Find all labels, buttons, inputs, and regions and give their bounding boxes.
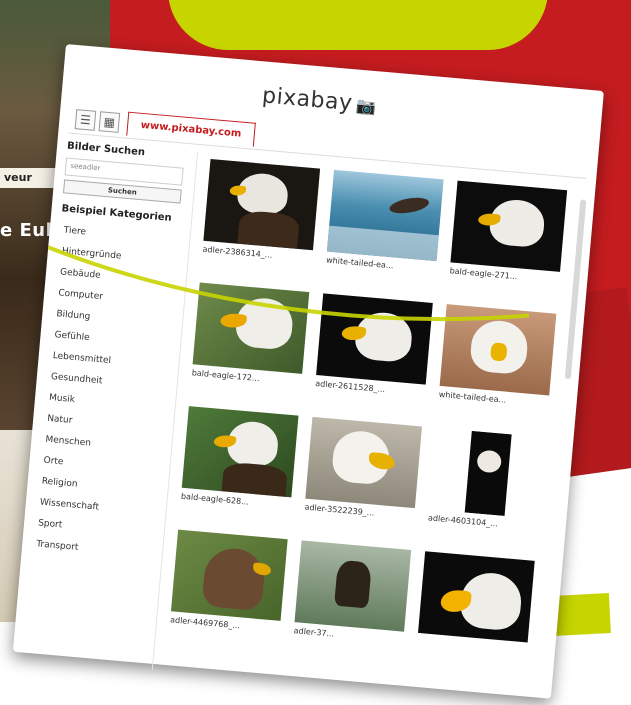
background-lime-banner (168, 0, 548, 50)
eagle-photo (170, 529, 288, 621)
image-thumbnail[interactable]: bald-eagle-628... (179, 406, 299, 525)
image-thumbnail[interactable]: bald-eagle-271... (448, 180, 568, 300)
camera-icon: 📷 (355, 95, 378, 117)
eagle-photo (428, 427, 546, 519)
category-list: Tiere Hintergründe Gebäude Computer Bild… (31, 220, 190, 566)
eagle-photo (294, 540, 412, 632)
eagle-photo (192, 282, 310, 374)
background-overlay-title: e Eul (0, 220, 53, 241)
image-thumbnail[interactable]: white-tailed-ea... (324, 169, 444, 289)
image-thumbnail[interactable]: adler-4603104_... (426, 427, 546, 547)
eagle-photo (316, 293, 433, 385)
eagle-photo (439, 304, 557, 396)
image-thumbnail[interactable]: white-tailed-ea... (437, 304, 557, 423)
pixabay-window: pixabay 📷 ☰ ▦ www.pixabay.com Bilder Such… (12, 44, 604, 699)
eagle-photo (305, 416, 423, 509)
url-tab[interactable]: www.pixabay.com (126, 111, 256, 147)
eagle-photo (418, 551, 535, 643)
eagle-photo (203, 159, 321, 251)
eagle-photo (326, 169, 444, 262)
image-thumbnail[interactable] (416, 551, 535, 670)
list-view-icon[interactable]: ☰ (74, 109, 97, 131)
eagle-photo (450, 180, 568, 272)
image-thumbnail[interactable]: adler-2386314_... (201, 159, 321, 278)
image-results-grid: adler-2386314_... white-tailed-ea... bal… (162, 153, 586, 704)
image-thumbnail[interactable]: adler-4469768_... (169, 529, 288, 649)
image-thumbnail[interactable]: adler-2611528_... (314, 293, 433, 412)
image-thumbnail[interactable]: bald-eagle-172... (190, 282, 310, 402)
eagle-photo (181, 406, 299, 498)
logo-text: pixabay (261, 83, 354, 117)
pixabay-logo[interactable]: pixabay 📷 (261, 83, 378, 118)
image-thumbnail[interactable]: adler-3522239_... (303, 416, 423, 536)
grid-view-icon[interactable]: ▦ (98, 111, 121, 133)
image-thumbnail[interactable]: adler-37... (292, 540, 412, 659)
